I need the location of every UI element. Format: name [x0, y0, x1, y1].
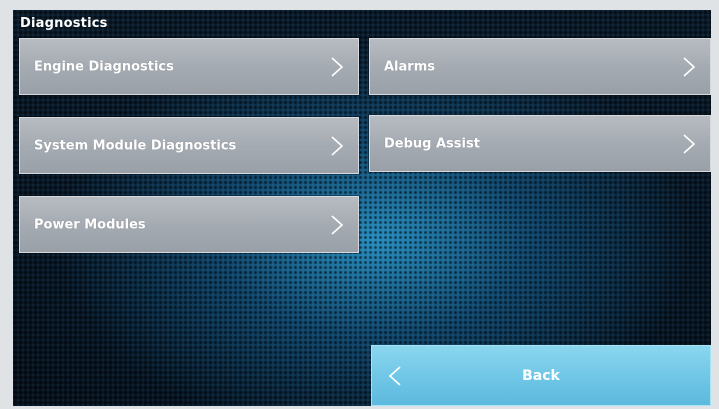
chevron-right-icon	[330, 56, 344, 78]
power-modules-button[interactable]: Power Modules	[19, 196, 359, 253]
chevron-right-icon	[330, 214, 344, 236]
alarms-label: Alarms	[384, 59, 435, 74]
back-button[interactable]: Back	[371, 345, 711, 406]
diagnostics-screen: Diagnostics Engine Diagnostics Alarms Sy…	[13, 10, 711, 406]
page-title: Diagnostics	[20, 16, 108, 31]
engine-diagnostics-label: Engine Diagnostics	[34, 59, 174, 74]
system-module-diagnostics-label: System Module Diagnostics	[34, 138, 237, 153]
chevron-right-icon	[330, 135, 344, 157]
back-button-label: Back	[522, 367, 560, 384]
engine-diagnostics-button[interactable]: Engine Diagnostics	[19, 38, 359, 95]
system-module-diagnostics-button[interactable]: System Module Diagnostics	[19, 117, 359, 174]
debug-assist-button[interactable]: Debug Assist	[369, 115, 711, 172]
power-modules-label: Power Modules	[34, 217, 146, 232]
chevron-right-icon	[682, 56, 696, 78]
display-bezel: Diagnostics Engine Diagnostics Alarms Sy…	[0, 0, 719, 409]
alarms-button[interactable]: Alarms	[369, 38, 711, 95]
chevron-right-icon	[682, 133, 696, 155]
debug-assist-label: Debug Assist	[384, 136, 480, 151]
